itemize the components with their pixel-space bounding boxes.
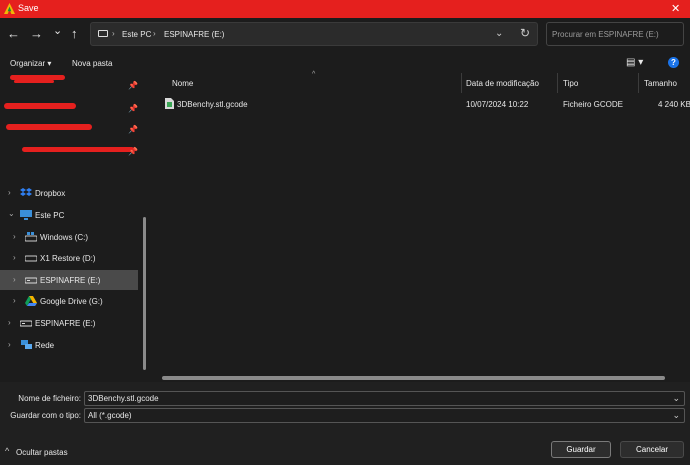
- dropbox-icon: [20, 188, 32, 196]
- sidebar-item-label: Google Drive (G:): [40, 297, 103, 306]
- back-icon[interactable]: ←: [7, 27, 20, 41]
- sidebar-item-x1-restore-d[interactable]: › X1 Restore (D:): [0, 248, 138, 268]
- cancel-button[interactable]: Cancelar: [620, 441, 684, 458]
- chevron-right-icon[interactable]: ›: [13, 253, 16, 262]
- organize-menu-button[interactable]: Organizar ▾: [10, 59, 51, 68]
- redaction-mark: [6, 124, 92, 130]
- chevron-down-icon[interactable]: ⌄: [495, 28, 503, 39]
- usb-drive-icon: [20, 320, 32, 327]
- sidebar-item-espinafre-e-selected[interactable]: › ESPINAFRE (E:): [0, 270, 138, 290]
- column-divider[interactable]: [638, 73, 639, 93]
- sidebar-item-espinafre-e[interactable]: › ESPINAFRE (E:): [0, 313, 138, 333]
- file-size: 4 240 KB: [658, 100, 690, 109]
- chevron-down-icon[interactable]: ⌄: [672, 393, 680, 404]
- chevron-right-icon[interactable]: ›: [13, 232, 16, 241]
- column-header-size[interactable]: Tamanho: [644, 79, 677, 88]
- gcode-file-icon: [165, 98, 174, 109]
- title-bar: Save ✕: [0, 0, 690, 18]
- sidebar-item-dropbox[interactable]: › Dropbox: [0, 183, 138, 203]
- search-input[interactable]: Procurar em ESPINAFRE (E:): [546, 22, 684, 46]
- drive-icon: [25, 255, 37, 262]
- forward-icon[interactable]: →: [30, 27, 43, 41]
- sidebar-item-este-pc[interactable]: ⌄ Este PC: [0, 205, 138, 225]
- column-header-type[interactable]: Tipo: [563, 79, 578, 88]
- hide-folders-button[interactable]: Ocultar pastas: [16, 448, 68, 457]
- pin-icon[interactable]: 📌: [128, 147, 138, 156]
- filetype-label: Guardar com o tipo:: [10, 411, 81, 420]
- breadcrumb-este-pc[interactable]: Este PC: [122, 30, 151, 39]
- windows-drive-icon: [25, 232, 37, 242]
- usb-drive-icon: [25, 277, 37, 284]
- file-type: Ficheiro GCODE: [563, 100, 624, 109]
- horizontal-scrollbar[interactable]: [162, 376, 665, 380]
- breadcrumb-separator: ›: [153, 29, 156, 38]
- redaction-mark: [14, 80, 54, 83]
- redaction-mark: [22, 147, 134, 152]
- sidebar-item-label: Windows (C:): [40, 233, 89, 242]
- breadcrumb-separator: ›: [112, 29, 115, 38]
- file-row[interactable]: 3DBenchy.stl.gcode 10/07/2024 10:22 Fich…: [162, 96, 690, 112]
- sidebar-item-label: ESPINAFRE (E:): [40, 276, 101, 285]
- window-title: Save: [18, 3, 39, 13]
- sidebar-item-label: Dropbox: [35, 189, 66, 198]
- chevron-right-icon[interactable]: ›: [8, 318, 11, 327]
- filename-label: Nome de ficheiro:: [18, 394, 81, 403]
- filename-value: 3DBenchy.stl.gcode: [88, 394, 159, 403]
- chevron-right-icon[interactable]: ›: [13, 275, 16, 284]
- sidebar-item-label: ESPINAFRE (E:): [35, 319, 96, 328]
- sidebar-item-windows-c[interactable]: › Windows (C:): [0, 227, 138, 247]
- pin-icon[interactable]: 📌: [128, 125, 138, 134]
- help-icon[interactable]: ?: [668, 57, 679, 68]
- recent-locations-icon[interactable]: ⌄: [53, 24, 62, 38]
- file-modified: 10/07/2024 10:22: [466, 100, 529, 109]
- refresh-icon[interactable]: ↻: [520, 26, 530, 40]
- sidebar-item-label: Rede: [35, 341, 55, 350]
- new-folder-button[interactable]: Nova pasta: [72, 59, 112, 68]
- filetype-select[interactable]: All (*.gcode) ⌄: [84, 408, 685, 423]
- navigation-pane: 📌 📌 📌 📌 › Dropbox ⌄ Este PC › Windows (C…: [0, 72, 150, 382]
- chevron-right-icon[interactable]: ›: [8, 340, 11, 349]
- chevron-down-icon[interactable]: ⌄: [8, 209, 15, 218]
- file-name: 3DBenchy.stl.gcode: [177, 100, 248, 109]
- pin-icon[interactable]: 📌: [128, 104, 138, 113]
- redaction-mark: [4, 103, 76, 109]
- sidebar-item-label: X1 Restore (D:): [40, 254, 96, 263]
- sidebar-item-google-drive-g[interactable]: › Google Drive (G:): [0, 291, 138, 311]
- google-drive-icon: [25, 296, 37, 306]
- address-bar[interactable]: › Este PC › ESPINAFRE (E:) ⌄ ↻: [90, 22, 538, 46]
- sidebar-scrollbar[interactable]: [143, 217, 146, 370]
- search-placeholder: Procurar em ESPINAFRE (E:): [552, 30, 659, 39]
- save-panel: Nome de ficheiro: 3DBenchy.stl.gcode ⌄ G…: [0, 382, 690, 465]
- chevron-right-icon[interactable]: ›: [8, 188, 11, 197]
- pin-icon[interactable]: 📌: [128, 81, 138, 90]
- column-header-modified[interactable]: Data de modificação: [466, 79, 539, 88]
- computer-icon: [20, 210, 32, 220]
- column-divider[interactable]: [557, 73, 558, 93]
- drive-icon: [98, 30, 108, 37]
- filename-field[interactable]: 3DBenchy.stl.gcode ⌄: [84, 391, 685, 406]
- app-logo-icon: [4, 3, 15, 14]
- sidebar-item-label: Este PC: [35, 211, 65, 220]
- close-icon[interactable]: ✕: [671, 2, 680, 15]
- filetype-value: All (*.gcode): [88, 411, 132, 420]
- view-options-icon[interactable]: ▤ ▾: [626, 57, 643, 68]
- chevron-right-icon[interactable]: ›: [13, 296, 16, 305]
- column-header-name[interactable]: Nome: [172, 79, 193, 88]
- sort-indicator-icon: ^: [312, 71, 316, 78]
- chevron-up-icon[interactable]: ^: [5, 446, 9, 456]
- up-icon[interactable]: ↑: [71, 27, 78, 41]
- breadcrumb-espinafre[interactable]: ESPINAFRE (E:): [164, 30, 224, 39]
- network-icon: [21, 340, 32, 349]
- column-divider[interactable]: [461, 73, 462, 93]
- sidebar-item-rede[interactable]: › Rede: [0, 335, 138, 355]
- save-button[interactable]: Guardar: [551, 441, 611, 458]
- chevron-down-icon[interactable]: ⌄: [672, 410, 680, 421]
